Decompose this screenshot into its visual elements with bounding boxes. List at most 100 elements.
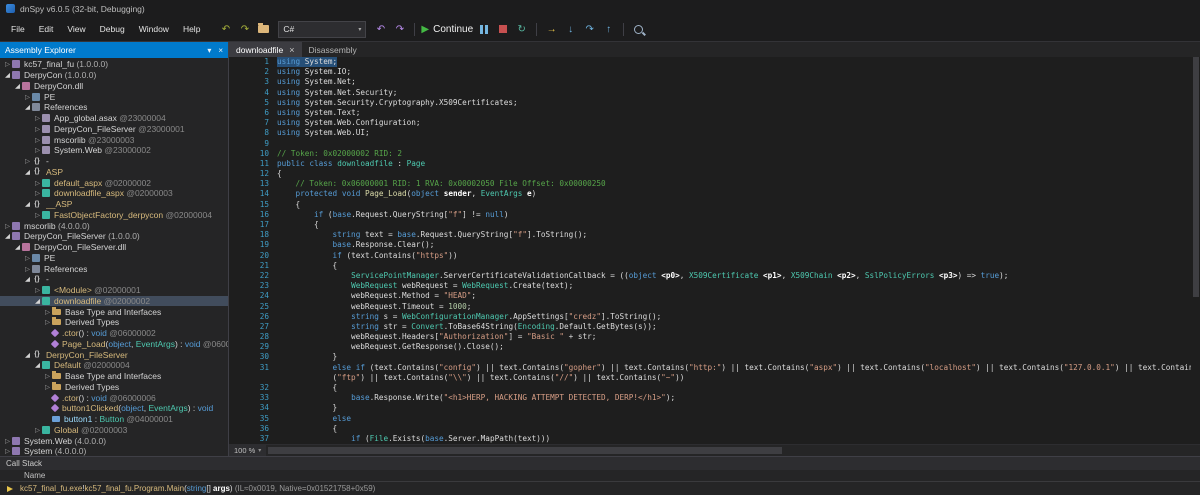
code-line[interactable]: 35 else: [229, 414, 1200, 424]
tree-item[interactable]: ◢{}ASP: [0, 167, 228, 178]
expander-icon[interactable]: ▷: [23, 265, 32, 273]
tree-item[interactable]: button1Clicked(object, EventArgs) : void: [0, 403, 228, 414]
expander-icon[interactable]: ◢: [3, 71, 12, 79]
code-line[interactable]: 11public class downloadfile : Page: [229, 159, 1200, 169]
expander-icon[interactable]: ▷: [33, 426, 42, 434]
expander-icon[interactable]: ▷: [3, 222, 12, 230]
stop-debugging-button[interactable]: [494, 21, 511, 38]
tree-item[interactable]: ◢{}-: [0, 274, 228, 285]
expander-icon[interactable]: ▷: [43, 383, 52, 391]
tree-item[interactable]: ▷Global @02000003: [0, 425, 228, 436]
expander-icon[interactable]: ▷: [23, 157, 32, 165]
tab-close-icon[interactable]: ×: [289, 45, 294, 55]
expander-icon[interactable]: ◢: [33, 297, 42, 305]
tree-item[interactable]: ▷{}-: [0, 156, 228, 167]
code-line[interactable]: 7using System.Web.Configuration;: [229, 118, 1200, 128]
step-out-button[interactable]: ↑: [600, 21, 617, 38]
tree-item[interactable]: ▷downloadfile_aspx @02000003: [0, 188, 228, 199]
code-line[interactable]: 15 {: [229, 200, 1200, 210]
code-line[interactable]: 9: [229, 139, 1200, 149]
expander-icon[interactable]: ▷: [33, 125, 42, 133]
expander-icon[interactable]: ▷: [43, 372, 52, 380]
code-line[interactable]: 5using System.Security.Cryptography.X509…: [229, 98, 1200, 108]
code-line[interactable]: 34 }: [229, 403, 1200, 413]
expander-icon[interactable]: ▷: [3, 447, 12, 455]
code-line[interactable]: 4using System.Net.Security;: [229, 88, 1200, 98]
call-stack-column-header[interactable]: Name: [0, 470, 1200, 482]
code-line[interactable]: 3using System.Net;: [229, 77, 1200, 87]
code-line[interactable]: 36 {: [229, 424, 1200, 434]
tree-item[interactable]: ▷<Module> @02000001: [0, 285, 228, 296]
expander-icon[interactable]: ◢: [3, 232, 12, 240]
show-next-statement-button[interactable]: →: [543, 21, 560, 38]
horizontal-scrollbar[interactable]: [266, 445, 1200, 456]
tree-item[interactable]: ▷default_aspx @02000002: [0, 177, 228, 188]
expander-icon[interactable]: ◢: [23, 168, 32, 176]
tree-item[interactable]: ▷FastObjectFactory_derpycon @02000004: [0, 210, 228, 221]
menu-edit[interactable]: Edit: [32, 21, 61, 37]
code-line[interactable]: 32 {: [229, 383, 1200, 393]
chevron-down-icon[interactable]: ▾: [207, 46, 211, 55]
menu-view[interactable]: View: [60, 21, 92, 37]
expander-icon[interactable]: ◢: [13, 82, 22, 90]
code-line[interactable]: 12{: [229, 169, 1200, 179]
language-select[interactable]: C#▾: [278, 21, 366, 38]
tree-item[interactable]: button1 : Button @04000001: [0, 414, 228, 425]
search-button[interactable]: [630, 21, 647, 38]
expander-icon[interactable]: ▷: [33, 189, 42, 197]
continue-button[interactable]: ▶Continue: [421, 21, 473, 38]
tree-item[interactable]: .ctor() : void @06000006: [0, 392, 228, 403]
expander-icon[interactable]: ◢: [23, 200, 32, 208]
tree-item[interactable]: ◢{}DerpyCon_FileServer: [0, 349, 228, 360]
code-line[interactable]: 19 base.Response.Clear();: [229, 240, 1200, 250]
expander-icon[interactable]: ▷: [23, 254, 32, 262]
undo-button[interactable]: ↶: [372, 21, 389, 38]
expander-icon[interactable]: ▷: [43, 308, 52, 316]
expander-icon[interactable]: ▷: [33, 146, 42, 154]
code-line[interactable]: 28 webRequest.Headers["Authorization"] =…: [229, 332, 1200, 342]
assembly-explorer-header[interactable]: Assembly Explorer ▾ ×: [0, 42, 228, 58]
tree-item[interactable]: ▷PE: [0, 253, 228, 264]
code-line[interactable]: 37 if (File.Exists(base.Server.MapPath(t…: [229, 434, 1200, 444]
expander-icon[interactable]: ◢: [23, 351, 32, 359]
code-line[interactable]: 24 webRequest.Method = "HEAD";: [229, 291, 1200, 301]
code-line[interactable]: 30 }: [229, 352, 1200, 362]
code-line[interactable]: 8using System.Web.UI;: [229, 128, 1200, 138]
code-line[interactable]: 10// Token: 0x02000002 RID: 2: [229, 149, 1200, 159]
code-line[interactable]: 23 WebRequest webRequest = WebRequest.Cr…: [229, 281, 1200, 291]
tree-item[interactable]: ◢References: [0, 102, 228, 113]
expander-icon[interactable]: ▷: [43, 318, 52, 326]
code-line[interactable]: 29 webRequest.GetResponse().Close();: [229, 342, 1200, 352]
code-line[interactable]: 31 else if (text.Contains("config") || t…: [229, 363, 1200, 373]
tree-item[interactable]: ▷Derived Types: [0, 317, 228, 328]
code-line[interactable]: 18 string text = base.Request.QueryStrin…: [229, 230, 1200, 240]
tree-item[interactable]: ▷Base Type and Interfaces: [0, 306, 228, 317]
expander-icon[interactable]: ▷: [33, 114, 42, 122]
tree-item[interactable]: ▷System (4.0.0.0): [0, 446, 228, 456]
code-line[interactable]: 2using System.IO;: [229, 67, 1200, 77]
menu-help[interactable]: Help: [176, 21, 207, 37]
expander-icon[interactable]: ▷: [33, 211, 42, 219]
tree-item[interactable]: Page_Load(object, EventArgs) : void @060…: [0, 339, 228, 350]
break-all-button[interactable]: [475, 21, 492, 38]
tree-item[interactable]: ◢{}__ASP: [0, 199, 228, 210]
code-line[interactable]: 14 protected void Page_Load(object sende…: [229, 189, 1200, 199]
code-line[interactable]: ("ftp") || text.Contains("\\") || text.C…: [229, 373, 1200, 383]
code-line[interactable]: 13 // Token: 0x06000001 RID: 1 RVA: 0x00…: [229, 179, 1200, 189]
expander-icon[interactable]: ◢: [23, 275, 32, 283]
menu-debug[interactable]: Debug: [93, 21, 132, 37]
tree-item[interactable]: ◢Default @02000004: [0, 360, 228, 371]
tree-item[interactable]: ◢DerpyCon_FileServer (1.0.0.0): [0, 231, 228, 242]
code-line[interactable]: 17 {: [229, 220, 1200, 230]
tree-item[interactable]: ◢downloadfile @02000002: [0, 296, 228, 307]
code-line[interactable]: 16 if (base.Request.QueryString["f"] != …: [229, 210, 1200, 220]
code-line[interactable]: 20 if (text.Contains("https")): [229, 251, 1200, 261]
close-icon[interactable]: ×: [218, 46, 223, 55]
tree-item[interactable]: ▷System.Web @23000002: [0, 145, 228, 156]
vertical-scrollbar-thumb[interactable]: [1193, 57, 1199, 297]
tree-item[interactable]: ▷Derived Types: [0, 382, 228, 393]
tree-item[interactable]: ▷mscorlib @23000003: [0, 134, 228, 145]
tree-item[interactable]: ◢DerpyCon.dll: [0, 81, 228, 92]
code-line[interactable]: 27 string str = Convert.ToBase64String(E…: [229, 322, 1200, 332]
tree-item[interactable]: ▷mscorlib (4.0.0.0): [0, 220, 228, 231]
